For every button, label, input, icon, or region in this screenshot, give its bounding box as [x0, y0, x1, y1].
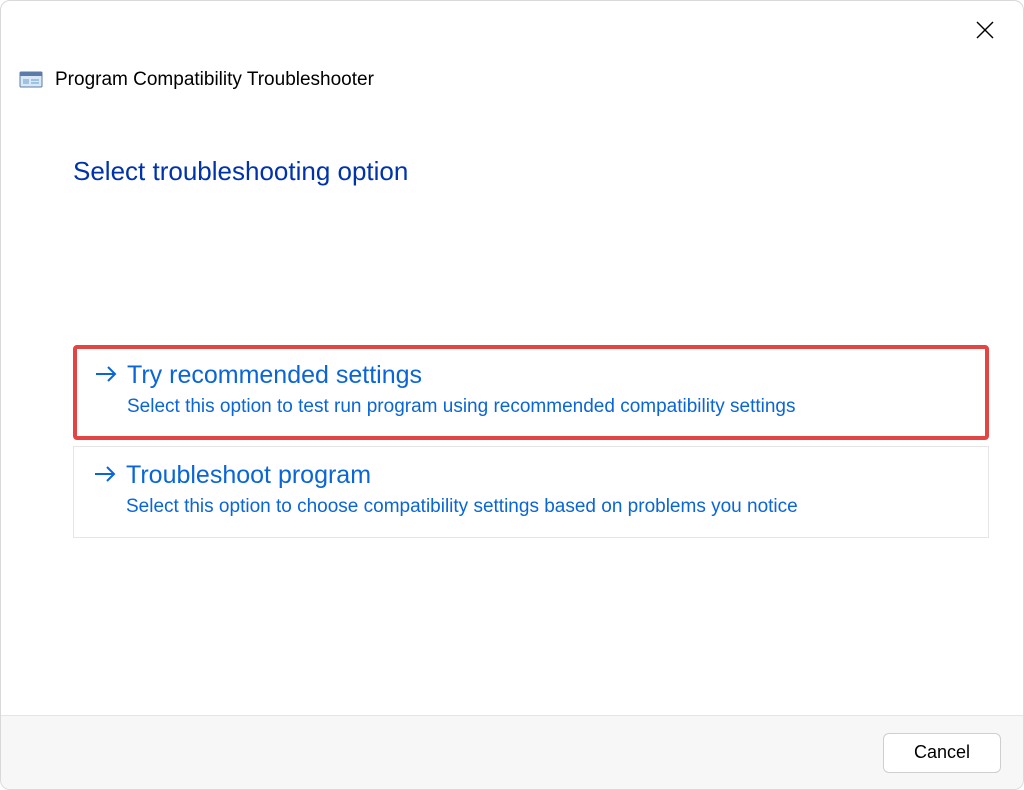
header: Program Compatibility Troubleshooter — [19, 69, 374, 91]
option-header: Try recommended settings — [95, 361, 967, 390]
option-description: Select this option to choose compatibili… — [94, 494, 968, 520]
option-try-recommended[interactable]: Try recommended settings Select this opt… — [73, 345, 989, 440]
footer: Cancel — [1, 715, 1023, 789]
arrow-right-icon — [95, 361, 117, 390]
arrow-right-icon — [94, 461, 116, 490]
instruction-heading: Select troubleshooting option — [73, 156, 408, 187]
option-description: Select this option to test run program u… — [95, 394, 967, 420]
option-troubleshoot-program[interactable]: Troubleshoot program Select this option … — [73, 446, 989, 539]
troubleshooter-window: Program Compatibility Troubleshooter Sel… — [0, 0, 1024, 790]
close-icon — [975, 20, 995, 43]
window-title: Program Compatibility Troubleshooter — [55, 69, 374, 91]
troubleshooter-icon — [19, 69, 43, 91]
option-title: Try recommended settings — [127, 361, 422, 390]
options-list: Try recommended settings Select this opt… — [73, 345, 989, 538]
close-button[interactable] — [969, 15, 1001, 47]
option-header: Troubleshoot program — [94, 461, 968, 490]
option-title: Troubleshoot program — [126, 461, 371, 490]
cancel-button[interactable]: Cancel — [883, 733, 1001, 773]
